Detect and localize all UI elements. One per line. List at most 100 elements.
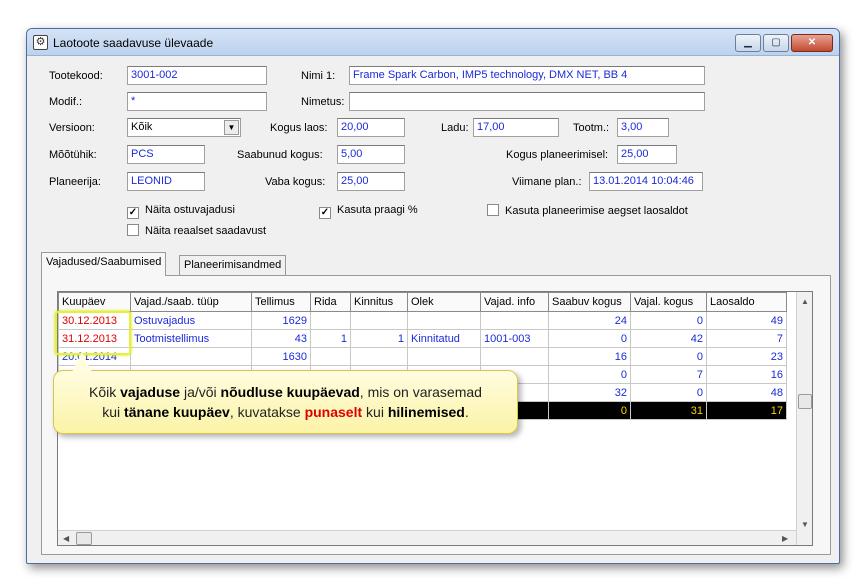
scroll-left-icon[interactable]: ◀ xyxy=(63,534,69,543)
horizontal-scrollbar[interactable]: ◀ ▶ xyxy=(58,530,796,545)
nimi1-label: Nimi 1: xyxy=(301,70,336,82)
checkbox-label: Kasuta planeerimise aegset laosaldot xyxy=(505,205,688,217)
table-cell[interactable]: 1001-003 xyxy=(480,329,549,348)
saabunud-label: Saabunud kogus: xyxy=(237,149,323,161)
table-cell[interactable]: 42 xyxy=(630,329,707,348)
table-cell[interactable]: 48 xyxy=(706,383,787,402)
viimane-label: Viimane plan.: xyxy=(512,176,582,188)
table-cell[interactable] xyxy=(130,347,252,366)
table-cell[interactable]: 0 xyxy=(630,347,707,366)
table-row[interactable]: 30.12.2013 Ostuvajadus 1629 24 0 49 xyxy=(58,311,787,330)
column-header[interactable]: Laosaldo xyxy=(706,292,787,312)
callout-text: . xyxy=(464,404,469,420)
kasuta-planeerimise-checkbox[interactable]: Kasuta planeerimise aegset laosaldot xyxy=(487,204,688,217)
table-cell[interactable]: 43 xyxy=(251,329,311,348)
ladu-field[interactable]: 17,00 xyxy=(473,118,559,137)
mootuhik-field[interactable]: PCS xyxy=(127,145,205,164)
table-cell[interactable] xyxy=(350,347,408,366)
versioon-select[interactable]: Kõik ▼ xyxy=(127,118,241,137)
column-header[interactable]: Saabuv kogus xyxy=(548,292,631,312)
scroll-thumb[interactable] xyxy=(76,532,92,545)
table-cell[interactable]: 0 xyxy=(548,401,631,420)
table-cell[interactable]: 31 xyxy=(630,401,707,420)
maximize-button[interactable]: ▢ xyxy=(763,34,789,52)
tab-planeerimisandmed[interactable]: Planeerimisandmed xyxy=(179,255,287,275)
callout-pointer xyxy=(72,352,92,372)
table-cell[interactable]: 16 xyxy=(548,347,631,366)
tootm-field[interactable]: 3,00 xyxy=(617,118,669,137)
nimi1-field[interactable]: Frame Spark Carbon, IMP5 technology, DMX… xyxy=(349,66,705,85)
viimane-field[interactable]: 13.01.2014 10:04:46 xyxy=(589,172,703,191)
title-bar[interactable]: ⚙ Laotoote saadavuse ülevaade ▁ ▢ ✕ xyxy=(27,29,839,56)
table-cell[interactable]: 0 xyxy=(548,329,631,348)
column-header[interactable]: Tellimus xyxy=(251,292,311,312)
table-cell[interactable]: 17 xyxy=(706,401,787,420)
table-cell[interactable]: 1629 xyxy=(251,311,311,330)
tootekood-field[interactable]: 3001-002 xyxy=(127,66,267,85)
column-header[interactable]: Rida xyxy=(310,292,351,312)
callout-text: ja/või xyxy=(180,384,221,400)
kasuta-praagi-checkbox[interactable]: ✓ Kasuta praagi % xyxy=(319,204,418,219)
callout-bold: hilinemised xyxy=(387,404,465,420)
naita-reaalset-checkbox[interactable]: Näita reaalset saadavust xyxy=(127,224,266,237)
vertical-scrollbar[interactable]: ▲ ▼ xyxy=(796,292,812,545)
table-cell[interactable]: 7 xyxy=(706,329,787,348)
callout-text: Kõik xyxy=(89,384,121,400)
table-cell[interactable]: 1 xyxy=(310,329,351,348)
close-button[interactable]: ✕ xyxy=(791,34,833,52)
table-cell[interactable]: 7 xyxy=(630,365,707,384)
table-cell[interactable]: 0 xyxy=(630,383,707,402)
info-callout: Kõik vajaduse ja/või nõudluse kuupäevad,… xyxy=(53,370,518,434)
table-row[interactable]: 20.01.2014 1630 16 0 23 xyxy=(58,347,787,366)
nimetus-label: Nimetus: xyxy=(301,96,345,108)
scroll-down-icon[interactable]: ▼ xyxy=(801,520,809,529)
table-cell[interactable]: Kinnitatud xyxy=(407,329,481,348)
table-cell[interactable]: 23 xyxy=(706,347,787,366)
table-cell[interactable]: 1630 xyxy=(251,347,311,366)
planeerija-field[interactable]: LEONID xyxy=(127,172,205,191)
nimetus-field[interactable] xyxy=(349,92,705,111)
naita-ostuvajadusi-checkbox[interactable]: ✓ Näita ostuvajadusi xyxy=(127,204,235,219)
table-cell[interactable] xyxy=(310,311,351,330)
table-cell[interactable]: 0 xyxy=(630,311,707,330)
table-row[interactable]: 31.12.2013 Tootmistellimus 43 1 1 Kinnitatud 1… xyxy=(58,329,787,348)
table-cell[interactable]: Ostuvajadus xyxy=(130,311,252,330)
table-cell[interactable]: 1 xyxy=(350,329,408,348)
saabunud-field[interactable]: 5,00 xyxy=(337,145,405,164)
ladu-label: Ladu: xyxy=(441,122,469,134)
column-header[interactable]: Vajal. kogus xyxy=(630,292,707,312)
table-cell[interactable] xyxy=(407,311,481,330)
table-cell[interactable]: 32 xyxy=(548,383,631,402)
checkbox-box[interactable] xyxy=(487,204,499,216)
table-cell[interactable] xyxy=(310,347,351,366)
scroll-thumb[interactable] xyxy=(798,394,812,409)
column-header[interactable]: Kinnitus xyxy=(350,292,408,312)
table-cell[interactable]: 16 xyxy=(706,365,787,384)
tootm-label: Tootm.: xyxy=(573,122,610,134)
checkbox-box[interactable]: ✓ xyxy=(319,207,331,219)
table-cell[interactable]: 49 xyxy=(706,311,787,330)
kogus-laos-field[interactable]: 20,00 xyxy=(337,118,405,137)
table-cell[interactable]: 24 xyxy=(548,311,631,330)
kogus-plan-label: Kogus planeerimisel: xyxy=(506,149,609,161)
column-header[interactable]: Kuupäev xyxy=(58,292,131,312)
vaba-field[interactable]: 25,00 xyxy=(337,172,405,191)
kogus-plan-field[interactable]: 25,00 xyxy=(617,145,677,164)
table-cell[interactable] xyxy=(480,311,549,330)
modif-field[interactable]: * xyxy=(127,92,267,111)
checkbox-box[interactable]: ✓ xyxy=(127,207,139,219)
column-header[interactable]: Vajad. info xyxy=(480,292,549,312)
checkbox-box[interactable] xyxy=(127,224,139,236)
dropdown-arrow-icon[interactable]: ▼ xyxy=(224,120,239,135)
table-cell[interactable]: Tootmistellimus xyxy=(130,329,252,348)
table-cell[interactable] xyxy=(480,347,549,366)
column-header[interactable]: Vajad./saab. tüüp xyxy=(130,292,252,312)
table-cell[interactable] xyxy=(407,347,481,366)
minimize-button[interactable]: ▁ xyxy=(735,34,761,52)
tab-vajadused[interactable]: Vajadused/Saabumised xyxy=(41,252,167,276)
column-header[interactable]: Olek xyxy=(407,292,481,312)
table-cell[interactable]: 0 xyxy=(548,365,631,384)
table-cell[interactable] xyxy=(350,311,408,330)
scroll-up-icon[interactable]: ▲ xyxy=(801,297,809,306)
scroll-right-icon[interactable]: ▶ xyxy=(782,534,788,543)
